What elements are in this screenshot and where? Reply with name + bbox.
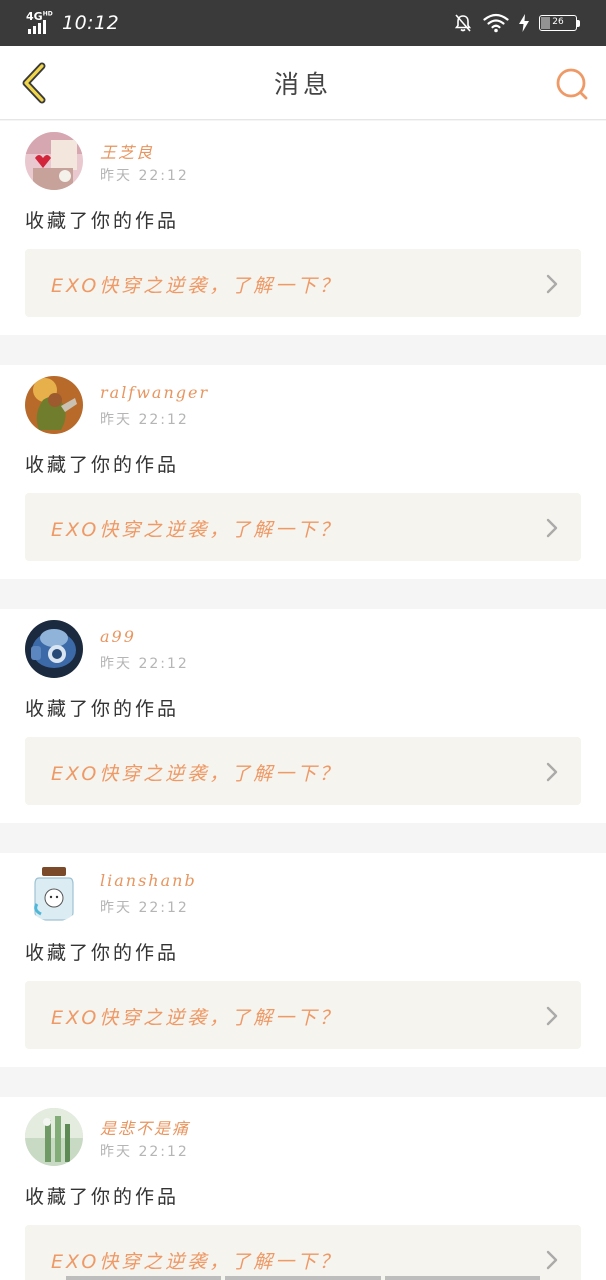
status-bar: 4GHD 10:12 26 bbox=[0, 0, 606, 46]
avatar-robot-image bbox=[25, 620, 83, 678]
avatar-warrior-image bbox=[25, 376, 83, 434]
avatar-plant-image bbox=[25, 1108, 83, 1166]
chevron-left-icon bbox=[22, 62, 46, 104]
timestamp: 昨天 22:12 bbox=[100, 900, 189, 916]
work-title: EXO快穿之逆袭，了解一下？ bbox=[51, 1007, 342, 1029]
chevron-right-icon bbox=[546, 1250, 558, 1270]
search-icon bbox=[556, 68, 588, 100]
avatar[interactable] bbox=[25, 132, 83, 190]
username[interactable]: ralfwanger bbox=[100, 383, 209, 402]
username[interactable]: lianshanb bbox=[100, 871, 197, 890]
chevron-right-icon bbox=[546, 518, 558, 538]
action-text: 收藏了你的作品 bbox=[25, 210, 180, 232]
work-title: EXO快穿之逆袭，了解一下？ bbox=[51, 763, 342, 785]
username[interactable]: 王芝良 bbox=[100, 139, 154, 163]
timestamp: 昨天 22:12 bbox=[100, 412, 189, 428]
username[interactable]: 是悲不是痛 bbox=[100, 1115, 190, 1139]
work-link[interactable]: EXO快穿之逆袭，了解一下？ bbox=[25, 1225, 581, 1280]
search-button[interactable] bbox=[552, 64, 592, 104]
timestamp: 昨天 22:12 bbox=[100, 1144, 189, 1160]
bottom-nav-indicator bbox=[66, 1276, 540, 1280]
work-title: EXO快穿之逆袭，了解一下？ bbox=[51, 1251, 342, 1273]
work-link[interactable]: EXO快穿之逆袭，了解一下？ bbox=[25, 249, 581, 317]
bell-off-icon bbox=[454, 14, 472, 32]
avatar-jar-image bbox=[25, 864, 83, 922]
work-title: EXO快穿之逆袭，了解一下？ bbox=[51, 275, 342, 297]
wifi-icon bbox=[483, 13, 509, 33]
avatar-hearts-image bbox=[25, 132, 83, 190]
status-time: 10:12 bbox=[62, 12, 120, 34]
action-text: 收藏了你的作品 bbox=[25, 1186, 180, 1208]
messages-screen: 4GHD 10:12 26 消息 王芝良 昨天 22:12 收藏了你的作品 EX… bbox=[0, 0, 606, 1280]
network-sub-label: HD bbox=[42, 10, 53, 18]
chevron-right-icon bbox=[546, 1006, 558, 1026]
signal-icon: 4GHD bbox=[26, 10, 54, 34]
back-button[interactable] bbox=[14, 60, 54, 106]
list-item[interactable]: lianshanb 昨天 22:12 收藏了你的作品 EXO快穿之逆袭，了解一下… bbox=[0, 853, 606, 1067]
nav-bar: 消息 bbox=[0, 46, 606, 120]
chevron-right-icon bbox=[546, 762, 558, 782]
work-link[interactable]: EXO快穿之逆袭，了解一下？ bbox=[25, 737, 581, 805]
username[interactable]: a99 bbox=[100, 627, 136, 646]
charging-icon bbox=[519, 14, 529, 32]
action-text: 收藏了你的作品 bbox=[25, 698, 180, 720]
list-item[interactable]: 是悲不是痛 昨天 22:12 收藏了你的作品 EXO快穿之逆袭，了解一下？ bbox=[0, 1097, 606, 1280]
timestamp: 昨天 22:12 bbox=[100, 656, 189, 672]
chevron-right-icon bbox=[546, 274, 558, 294]
avatar[interactable] bbox=[25, 620, 83, 678]
work-link[interactable]: EXO快穿之逆袭，了解一下？ bbox=[25, 493, 581, 561]
list-item[interactable]: a99 昨天 22:12 收藏了你的作品 EXO快穿之逆袭，了解一下？ bbox=[0, 609, 606, 823]
list-item[interactable]: ralfwanger 昨天 22:12 收藏了你的作品 EXO快穿之逆袭，了解一… bbox=[0, 365, 606, 579]
timestamp: 昨天 22:12 bbox=[100, 168, 189, 184]
avatar[interactable] bbox=[25, 1108, 83, 1166]
message-list: 王芝良 昨天 22:12 收藏了你的作品 EXO快穿之逆袭，了解一下？ ralf… bbox=[0, 121, 606, 1280]
action-text: 收藏了你的作品 bbox=[25, 942, 180, 964]
battery-icon: 26 bbox=[539, 15, 580, 31]
battery-level: 26 bbox=[552, 17, 564, 27]
avatar[interactable] bbox=[25, 376, 83, 434]
work-title: EXO快穿之逆袭，了解一下？ bbox=[51, 519, 342, 541]
action-text: 收藏了你的作品 bbox=[25, 454, 180, 476]
work-link[interactable]: EXO快穿之逆袭，了解一下？ bbox=[25, 981, 581, 1049]
page-title: 消息 bbox=[273, 69, 332, 99]
list-item[interactable]: 王芝良 昨天 22:12 收藏了你的作品 EXO快穿之逆袭，了解一下？ bbox=[0, 121, 606, 335]
avatar[interactable] bbox=[25, 864, 83, 922]
